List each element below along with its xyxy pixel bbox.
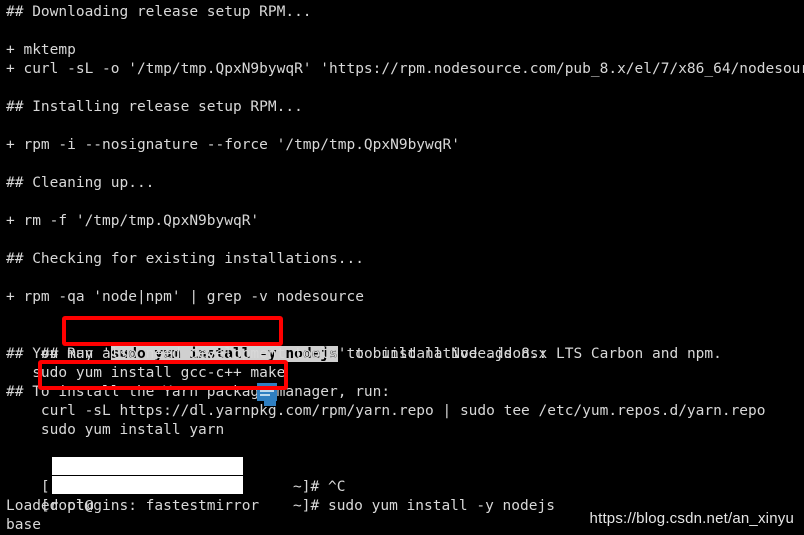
- terminal-line: + mktemp: [6, 42, 76, 58]
- prompt-tail: ~]# sudo yum install -y nodejs: [284, 498, 555, 514]
- watermark: https://blog.csdn.net/an_xinyu: [589, 510, 794, 527]
- terminal-line: ## Checking for existing installations..…: [6, 251, 364, 267]
- terminal-line: base: [6, 517, 41, 533]
- terminal-line: + curl -sL -o '/tmp/tmp.QpxN9bywqR' 'htt…: [6, 61, 804, 77]
- terminal-line: Loaded plugins: fastestmirror: [6, 498, 260, 514]
- terminal-line: ## Cleaning up...: [6, 175, 155, 191]
- terminal-line: curl -sL https://dl.yarnpkg.com/rpm/yarn…: [6, 403, 766, 419]
- hostname-redaction-bar: [52, 457, 243, 475]
- terminal-line: sudo yum install yarn: [6, 422, 225, 438]
- install-devtools-command[interactable]: sudo yum install gcc-c++ make: [6, 364, 285, 383]
- terminal-line: ## To install the Yarn package manager, …: [6, 384, 391, 400]
- terminal-line: ## Downloading release setup RPM...: [6, 4, 312, 20]
- terminal-window[interactable]: ## Downloading release setup RPM... + mk…: [0, 0, 804, 535]
- terminal-line: ## Installing release setup RPM...: [6, 99, 303, 115]
- hostname-redaction-bar: [52, 476, 243, 494]
- terminal-line: + rm -f '/tmp/tmp.QpxN9bywqR': [6, 213, 260, 229]
- terminal-line: + rpm -i --nosignature --force '/tmp/tmp…: [6, 137, 460, 153]
- terminal-line: + rpm -qa 'node|npm' | grep -v nodesourc…: [6, 289, 364, 305]
- terminal-line: ## You may also need development tools t…: [6, 346, 548, 362]
- run-instruction-line: ## Run 'sudo yum install -y nodejs' to i…: [6, 326, 722, 362]
